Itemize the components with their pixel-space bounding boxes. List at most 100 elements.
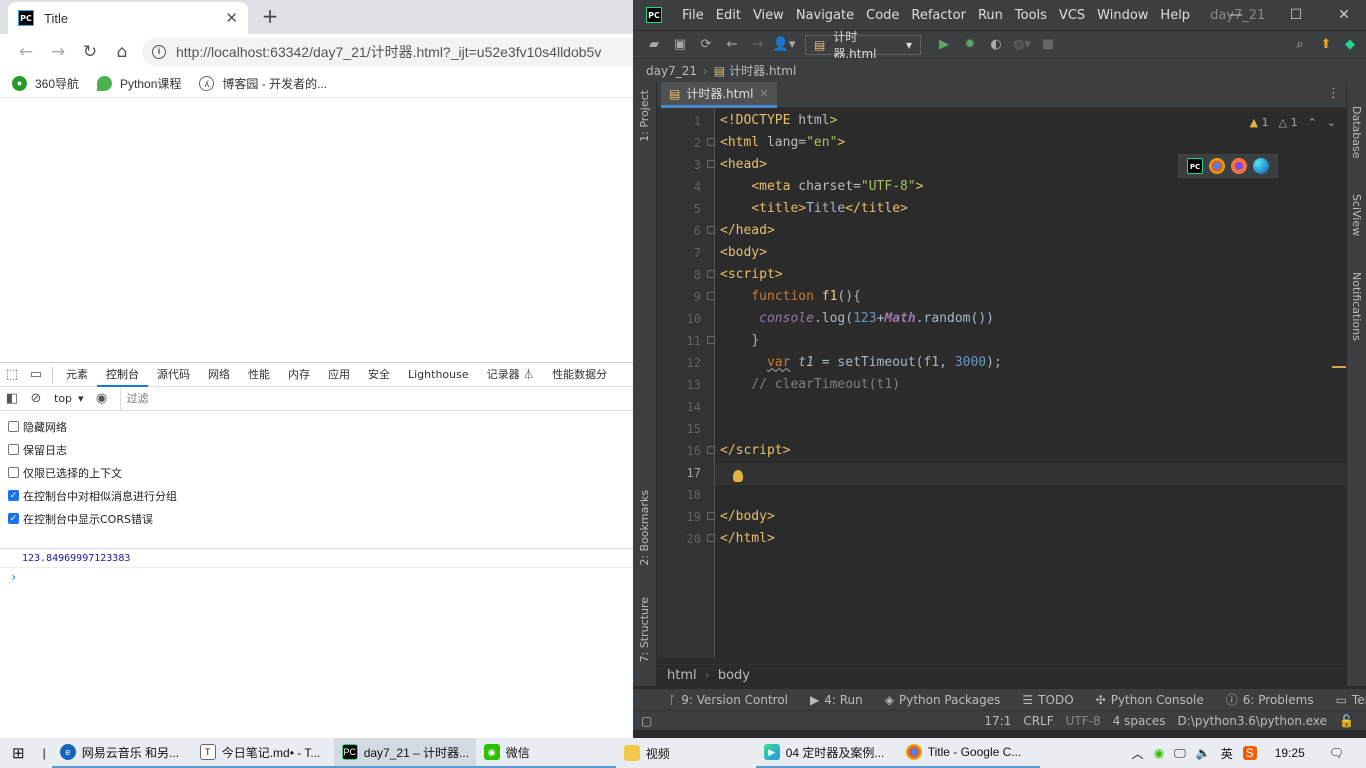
sogou-icon[interactable]: S <box>1242 746 1257 760</box>
start-button[interactable]: ⊞ <box>0 738 37 768</box>
run-config-selector[interactable]: ▤ 计时器.html ▾ <box>805 30 921 61</box>
device-toggle-icon[interactable]: ▭ <box>24 367 48 382</box>
tool-run[interactable]: ▶ 4: Run <box>810 693 863 707</box>
menu-refactor[interactable]: Refactor <box>905 8 972 23</box>
tab-console[interactable]: 控制台 <box>97 363 148 387</box>
forward-icon[interactable]: → <box>745 37 771 52</box>
tab-network[interactable]: 网络 <box>199 363 239 387</box>
taskbar-item-netease-music[interactable]: e 网易云音乐 和另... <box>51 738 192 768</box>
tool-structure[interactable]: 7: Structure <box>638 597 651 662</box>
tab-performance[interactable]: 性能 <box>239 363 279 387</box>
jetbrains-icon[interactable]: ◆ <box>1337 37 1363 52</box>
lightbulb-icon[interactable] <box>733 470 743 482</box>
console-filter-input[interactable] <box>119 387 633 410</box>
menu-vcs[interactable]: VCS <box>1053 8 1091 23</box>
next-highlight-icon[interactable]: ⌄ <box>1327 116 1336 129</box>
close-tab-icon[interactable]: ✕ <box>760 87 769 100</box>
close-tab-icon[interactable]: ✕ <box>225 9 238 27</box>
menu-tools[interactable]: Tools <box>1009 8 1053 23</box>
clock[interactable]: 19:25 <box>1275 746 1305 760</box>
edge-icon[interactable] <box>1253 158 1269 174</box>
taskbar-item-video-player[interactable]: ▶ 04 定时器及案例... <box>755 738 898 768</box>
vcs-user-icon[interactable]: 👤▾ <box>771 37 797 52</box>
inspect-element-icon[interactable]: ⬚ <box>0 367 24 382</box>
tab-sources[interactable]: 源代码 <box>148 363 199 387</box>
new-tab-button[interactable]: + <box>258 4 282 28</box>
profile-icon[interactable]: ◍▾ <box>1009 37 1035 52</box>
sidebar-toggle-icon[interactable]: ◧ <box>0 391 24 406</box>
tool-notifications[interactable]: Notifications <box>1350 272 1363 341</box>
run-icon[interactable]: ▶ <box>931 37 957 52</box>
tool-todo[interactable]: ☰ TODO <box>1022 693 1073 707</box>
network-icon[interactable]: 🖵 <box>1174 746 1186 761</box>
tab-recorder[interactable]: 记录器 ⏃ <box>478 363 544 387</box>
tab-lighthouse[interactable]: Lighthouse <box>399 363 478 387</box>
menu-code[interactable]: Code <box>860 8 905 23</box>
clear-console-icon[interactable]: ⊘ <box>24 391 48 406</box>
menu-run[interactable]: Run <box>972 8 1009 23</box>
sync-icon[interactable]: ⟳ <box>693 37 719 52</box>
inspection-widget[interactable]: ▲ 1 △ 1 ⌃ ⌄ <box>1250 116 1336 129</box>
bookmark-python[interactable]: Python课程 <box>97 75 181 92</box>
python-interpreter[interactable]: D:\python3.6\python.exe <box>1178 714 1328 728</box>
bookmark-360[interactable]: ● 360导航 <box>12 75 79 92</box>
tool-window-toggle-icon[interactable]: ▢ <box>641 714 652 728</box>
taskbar-item-chrome[interactable]: Title - Google C... <box>897 738 1040 768</box>
fold-marker-icon[interactable] <box>707 292 715 300</box>
menu-help[interactable]: Help <box>1154 8 1196 23</box>
tool-version-control[interactable]: ᚴ 9: Version Control <box>669 693 788 707</box>
indent-setting[interactable]: 4 spaces <box>1113 714 1166 728</box>
caret-position[interactable]: 17:1 <box>984 714 1011 728</box>
coverage-icon[interactable]: ◐ <box>983 37 1009 52</box>
debug-icon[interactable]: ✹ <box>957 37 983 52</box>
crumb-body[interactable]: body <box>718 668 750 683</box>
maximize-icon[interactable]: ☐ <box>1273 0 1319 30</box>
checkbox-checked[interactable]: ✓ <box>8 490 19 501</box>
back-arrow-icon[interactable]: ← <box>10 42 42 62</box>
taskbar-item-typora[interactable]: T 今日笔记.md• - T... <box>191 738 334 768</box>
menu-window[interactable]: Window <box>1091 8 1154 23</box>
back-icon[interactable]: ← <box>719 37 745 52</box>
menu-view[interactable]: View <box>747 8 790 23</box>
lock-icon[interactable]: 🔓 <box>1339 714 1354 728</box>
tab-performance-insights[interactable]: 性能数据分 <box>543 363 616 387</box>
editor-tab-file[interactable]: ▤ 计时器.html ✕ <box>661 82 777 108</box>
pycharm-preview-icon[interactable]: PC <box>1187 158 1203 174</box>
task-view-icon[interactable]: | <box>37 738 52 768</box>
search-icon[interactable]: ⌕ <box>1287 37 1313 52</box>
fold-marker-icon[interactable] <box>707 138 715 146</box>
taskbar-item-pycharm[interactable]: PC day7_21 – 计时器... <box>333 738 476 768</box>
home-icon[interactable]: ⌂ <box>106 42 138 62</box>
line-separator[interactable]: CRLF <box>1023 714 1053 728</box>
live-expression-eye-icon[interactable]: ◉ <box>90 391 114 406</box>
site-info-icon[interactable]: i <box>152 45 166 59</box>
previous-highlight-icon[interactable]: ⌃ <box>1308 116 1317 129</box>
tool-sciview[interactable]: SciView <box>1350 194 1363 236</box>
fold-marker-icon[interactable] <box>707 446 715 454</box>
context-selector[interactable]: top ▾ <box>48 392 90 405</box>
tool-database[interactable]: Database <box>1350 106 1363 159</box>
stop-icon[interactable]: ■ <box>1035 37 1061 52</box>
minimize-icon[interactable]: — <box>1213 0 1259 30</box>
menu-file[interactable]: File <box>676 8 710 23</box>
option-preserve-log[interactable]: 保留日志 <box>8 438 633 461</box>
tool-project[interactable]: 1: Project <box>638 90 651 142</box>
tool-python-packages[interactable]: ◈ Python Packages <box>885 693 1001 707</box>
update-icon[interactable]: ⬆ <box>1313 37 1339 52</box>
forward-arrow-icon[interactable]: → <box>42 42 74 62</box>
checkbox[interactable] <box>8 444 19 455</box>
error-stripe-mark[interactable] <box>1332 366 1346 368</box>
browser-tab[interactable]: PC Title ✕ <box>8 2 248 34</box>
notifications-icon[interactable]: 🗨 <box>1329 746 1344 760</box>
tab-memory[interactable]: 内存 <box>279 363 319 387</box>
open-folder-icon[interactable]: ▰ <box>641 37 667 52</box>
wechat-tray-icon[interactable]: ◉ <box>1154 746 1164 760</box>
tool-bookmarks[interactable]: 2: Bookmarks <box>638 490 651 566</box>
checkbox[interactable] <box>8 467 19 478</box>
chrome-icon[interactable] <box>1209 158 1225 174</box>
tool-python-console[interactable]: ✣ Python Console <box>1096 693 1204 707</box>
checkbox[interactable] <box>8 421 19 432</box>
weak-warning-count[interactable]: △ 1 <box>1279 116 1298 129</box>
tool-problems[interactable]: ⓘ 6: Problems <box>1226 691 1314 708</box>
menu-edit[interactable]: Edit <box>710 8 747 23</box>
